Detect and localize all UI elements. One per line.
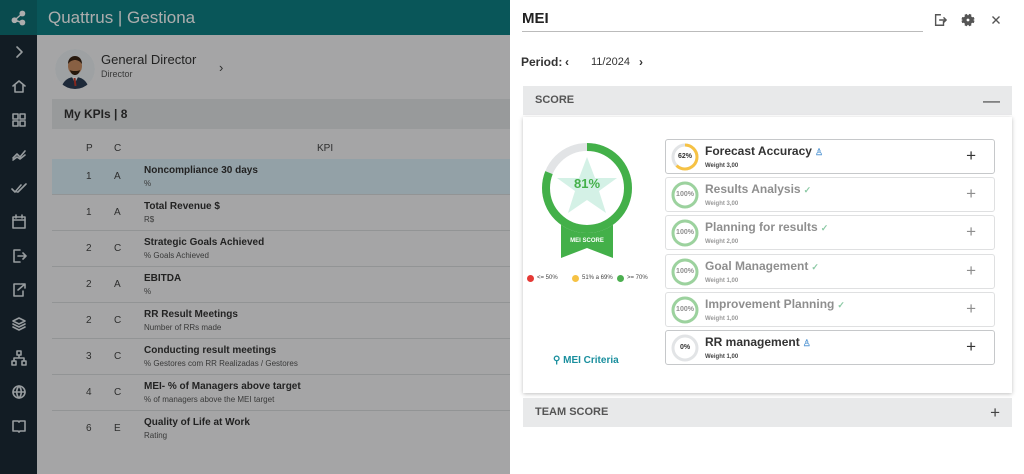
mei-score-value: 81% <box>573 176 601 191</box>
person-icon: ♙ <box>814 147 824 157</box>
expand-button[interactable]: + <box>966 146 976 166</box>
score-card: 81% MEI SCORE <= 50% 51% a 69% >= 70% ⚲ … <box>523 117 1012 393</box>
progress-ring: 100% <box>671 219 699 247</box>
criteria-name: Improvement Planning <box>705 296 835 311</box>
drawer-actions <box>930 10 1010 30</box>
export-icon[interactable] <box>930 10 950 30</box>
expand-icon[interactable]: + <box>990 398 1000 427</box>
score-section-header[interactable]: SCORE — <box>523 86 1012 115</box>
expand-button[interactable]: + <box>966 261 976 281</box>
period-value: 11/2024 <box>591 56 630 68</box>
mei-score-label: MEI SCORE <box>570 238 604 244</box>
criteria-item[interactable]: 100% Improvement Planning ✓ Weight 1,00 + <box>665 291 995 327</box>
legend-high: >= 70% <box>627 275 648 281</box>
criteria-weight: Weight 1,00 <box>705 353 739 360</box>
check-circle-icon: ✓ <box>803 185 812 196</box>
modal-backdrop[interactable] <box>0 0 510 474</box>
mei-criteria-link[interactable]: ⚲ MEI Criteria <box>553 355 619 366</box>
criteria-item[interactable]: 0% RR management ♙ Weight 1,00 + <box>665 329 995 365</box>
mei-criteria-list: 62% Forecast Accuracy ♙ Weight 3,00 + 100… <box>665 139 995 368</box>
criteria-name: Planning for results <box>705 220 818 235</box>
close-icon[interactable] <box>986 10 1006 30</box>
criteria-name: Goal Management <box>705 258 809 273</box>
score-section-title: SCORE <box>535 94 575 106</box>
check-circle-icon: ✓ <box>820 223 829 234</box>
check-circle-icon: ✓ <box>811 261 819 272</box>
legend-dot-yellow <box>572 275 579 282</box>
criteria-name: RR management <box>705 334 800 349</box>
next-period-button[interactable]: › <box>639 53 643 71</box>
team-score-section-title: TEAM SCORE <box>535 406 609 418</box>
criteria-name: Results Analysis <box>705 182 801 197</box>
criteria-weight: Weight 1,00 <box>705 277 739 284</box>
legend-mid: 51% a 69% <box>582 275 613 281</box>
legend-dot-red <box>527 275 534 282</box>
legend-low: <= 50% <box>537 275 558 281</box>
progress-ring: 100% <box>671 258 699 286</box>
expand-button[interactable]: + <box>966 337 976 357</box>
criteria-item[interactable]: 62% Forecast Accuracy ♙ Weight 3,00 + <box>665 139 995 174</box>
mei-score-gauge: 81% MEI SCORE <box>539 140 635 262</box>
mei-criteria-label: MEI Criteria <box>563 355 619 366</box>
expand-button[interactable]: + <box>966 299 976 319</box>
criteria-item[interactable]: 100% Results Analysis ✓ Weight 3,00 + <box>665 177 995 213</box>
legend-dot-green <box>617 275 624 282</box>
progress-ring: 62% <box>671 143 699 171</box>
award-icon: ⚲ <box>553 355 561 366</box>
criteria-weight: Weight 2,00 <box>705 239 739 246</box>
person-icon: ♙ <box>802 337 811 348</box>
criteria-weight: Weight 3,00 <box>705 201 739 208</box>
period-label: Period: <box>521 55 563 69</box>
expand-button[interactable]: + <box>966 222 976 242</box>
criteria-weight: Weight 3,00 <box>705 163 739 169</box>
gear-icon[interactable] <box>958 10 978 30</box>
expand-button[interactable]: + <box>966 184 976 204</box>
progress-ring: 100% <box>671 181 699 209</box>
criteria-weight: Weight 1,00 <box>705 315 739 322</box>
team-score-section-header[interactable]: TEAM SCORE + <box>523 398 1012 427</box>
progress-ring: 100% <box>671 296 699 324</box>
criteria-name: Forecast Accuracy <box>705 144 812 158</box>
previous-period-button[interactable]: ‹ <box>565 53 569 71</box>
criteria-item[interactable]: 100% Goal Management ✓ Weight 1,00 + <box>665 253 995 289</box>
check-circle-icon: ✓ <box>837 299 845 310</box>
drawer-title: MEI <box>522 8 923 32</box>
progress-ring: 0% <box>671 334 699 362</box>
score-legend: <= 50% 51% a 69% >= 70% <box>527 274 657 284</box>
mei-drawer: MEI Period: ‹ 11/2024 › SCORE — 81% MEI … <box>510 0 1024 474</box>
collapse-icon[interactable]: — <box>983 86 1000 115</box>
criteria-item[interactable]: 100% Planning for results ✓ Weight 2,00 + <box>665 215 995 251</box>
